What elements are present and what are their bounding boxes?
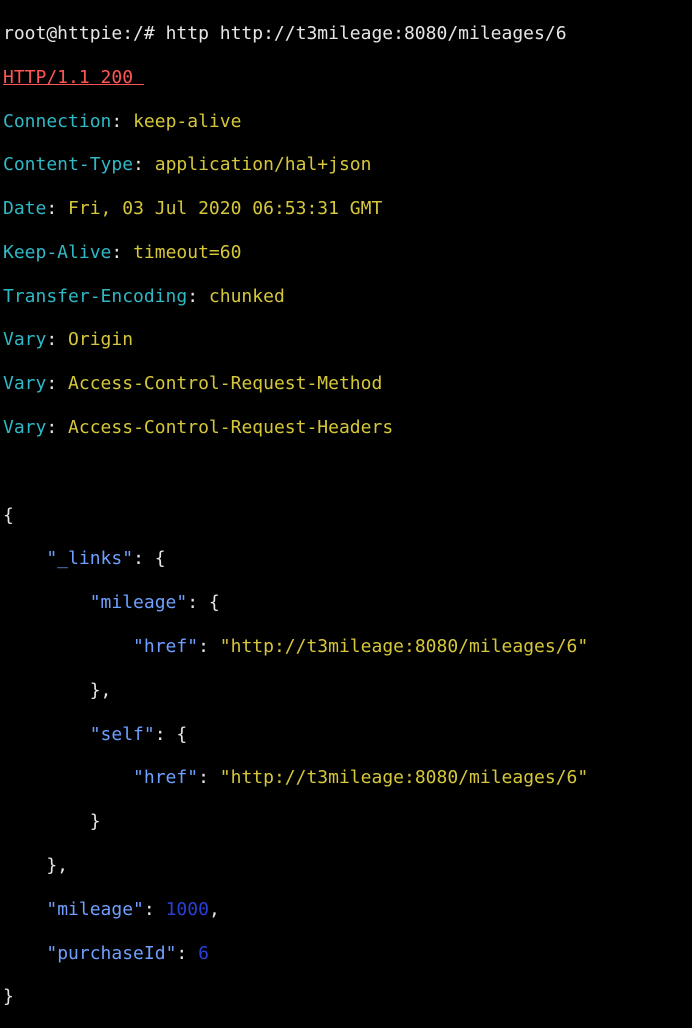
header-name: Vary [3,417,47,439]
json-key-mileage: "mileage" [46,898,144,920]
header-value: Origin [68,329,134,351]
header-line: Transfer-Encoding: chunked [3,285,285,307]
json-key-href: "href" [133,636,199,658]
header-name: Connection [3,110,112,132]
status-line: HTTP/1.1 200 [3,67,692,89]
header-line: Vary: Access-Control-Request-Headers [3,417,394,439]
terminal-window[interactable]: root@httpie:/# http http://t3mileage:808… [0,0,692,1007]
header-name: Date [3,198,47,220]
header-line: Content-Type: application/hal+json [3,154,372,176]
json-line: } [3,811,101,833]
json-line: "mileage": 1000, [46,898,220,920]
json-line: "href": "http://t3mileage:8080/mileages/… [133,636,589,658]
header-line: Vary: Origin [3,329,134,351]
http-status: HTTP/1.1 200 [3,66,144,88]
json-line: "self": { [89,723,188,745]
json-line: { [3,504,14,526]
json-key-mileage-link: "mileage" [89,592,188,614]
shell-prompt: root@httpie:/# [3,22,166,44]
header-name: Vary [3,329,47,351]
header-name: Content-Type [3,154,134,176]
command-text: http http://t3mileage:8080/mileages/6 [165,22,567,44]
header-line: Connection: keep-alive [3,110,242,132]
header-line: Date: Fri, 03 Jul 2020 06:53:31 GMT [3,198,383,220]
json-line: "href": "http://t3mileage:8080/mileages/… [133,767,589,789]
json-key-href: "href" [133,767,199,789]
json-key-purchase-id: "purchaseId" [46,942,177,964]
header-value: keep-alive [133,110,242,132]
json-line: }, [3,855,69,877]
header-name: Keep-Alive [3,241,112,263]
header-line: Keep-Alive: timeout=60 [3,241,242,263]
header-name: Transfer-Encoding [3,285,188,307]
header-name: Vary [3,373,47,395]
json-number-purchase-id: 6 [198,942,209,964]
json-line: "_links": { [46,548,166,570]
json-string-self-href: "http://t3mileage:8080/mileages/6" [219,767,589,789]
header-value: timeout=60 [133,241,242,263]
header-value: chunked [208,285,285,307]
header-value: Fri, 03 Jul 2020 06:53:31 GMT [68,198,383,220]
json-string-mileage-href: "http://t3mileage:8080/mileages/6" [219,636,589,658]
header-value: application/hal+json [154,154,372,176]
command-line: root@httpie:/# http http://t3mileage:808… [3,23,692,45]
json-line: } [3,986,14,1008]
header-line: Vary: Access-Control-Request-Method [3,373,383,395]
json-key-self-link: "self" [89,723,155,745]
header-value: Access-Control-Request-Headers [68,417,394,439]
header-value: Access-Control-Request-Method [68,373,383,395]
json-line: "mileage": { [89,592,220,614]
json-number-mileage: 1000 [165,898,209,920]
json-key-links: "_links" [46,548,134,570]
json-line: "purchaseId": 6 [46,942,209,964]
json-line: }, [3,679,112,701]
